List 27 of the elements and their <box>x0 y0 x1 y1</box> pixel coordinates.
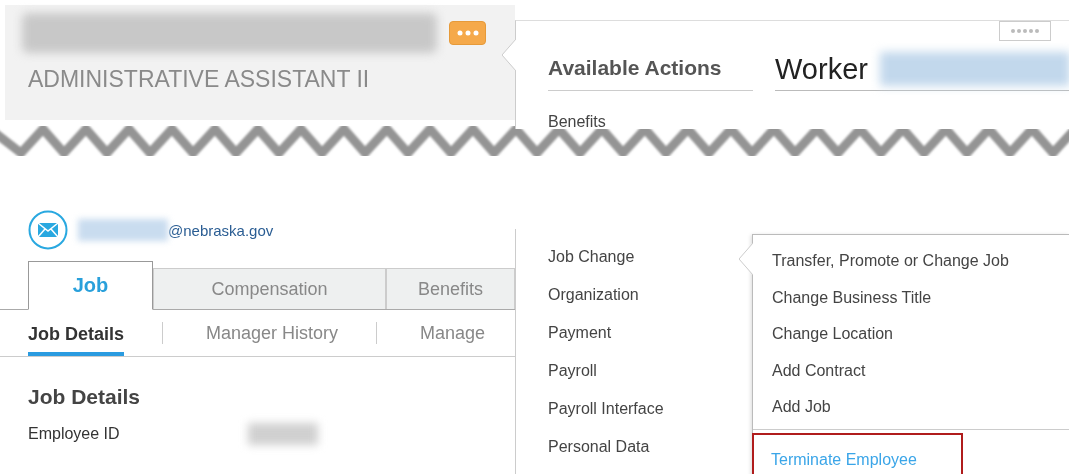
email-address: @nebraska.gov <box>168 221 274 239</box>
subtab[interactable]: Job Details <box>28 310 125 356</box>
menu-item[interactable]: Payment <box>548 314 748 352</box>
menu-item[interactable]: Payroll Interface <box>548 390 748 428</box>
submenu-item[interactable]: Change Business Title <box>753 279 1069 316</box>
menu-item[interactable]: Benefits <box>548 103 1069 141</box>
submenu-item[interactable]: Change Location <box>753 316 1069 353</box>
popup-heading: Available Actions <box>548 56 753 91</box>
worker-label: Worker <box>775 52 868 86</box>
ellipsis-icon <box>456 30 479 36</box>
ellipsis-icon <box>1010 28 1040 34</box>
menu-item[interactable]: Payroll <box>548 352 748 390</box>
job-title: ADMINISTRATIVE ASSISTANT II <box>28 66 371 93</box>
section-heading: Job Details <box>28 385 142 409</box>
submenu-item[interactable]: Add Job <box>753 389 1069 426</box>
subtab[interactable]: Manager History <box>206 310 339 356</box>
submenu-item[interactable]: Transfer, Promote or Change Job <box>753 243 1069 280</box>
email-icon <box>28 210 68 250</box>
more-options-button[interactable] <box>999 21 1051 41</box>
subtab[interactable]: Manage <box>420 310 486 356</box>
field-label: Employee ID <box>28 425 121 443</box>
submenu-item[interactable]: Add Contract <box>753 352 1069 389</box>
menu-item[interactable]: Job Change <box>548 238 748 276</box>
more-actions-button[interactable] <box>449 21 486 45</box>
menu-item[interactable]: Organization <box>548 276 748 314</box>
menu-item[interactable]: Personal Data <box>548 428 748 466</box>
redacted-text <box>248 423 318 445</box>
